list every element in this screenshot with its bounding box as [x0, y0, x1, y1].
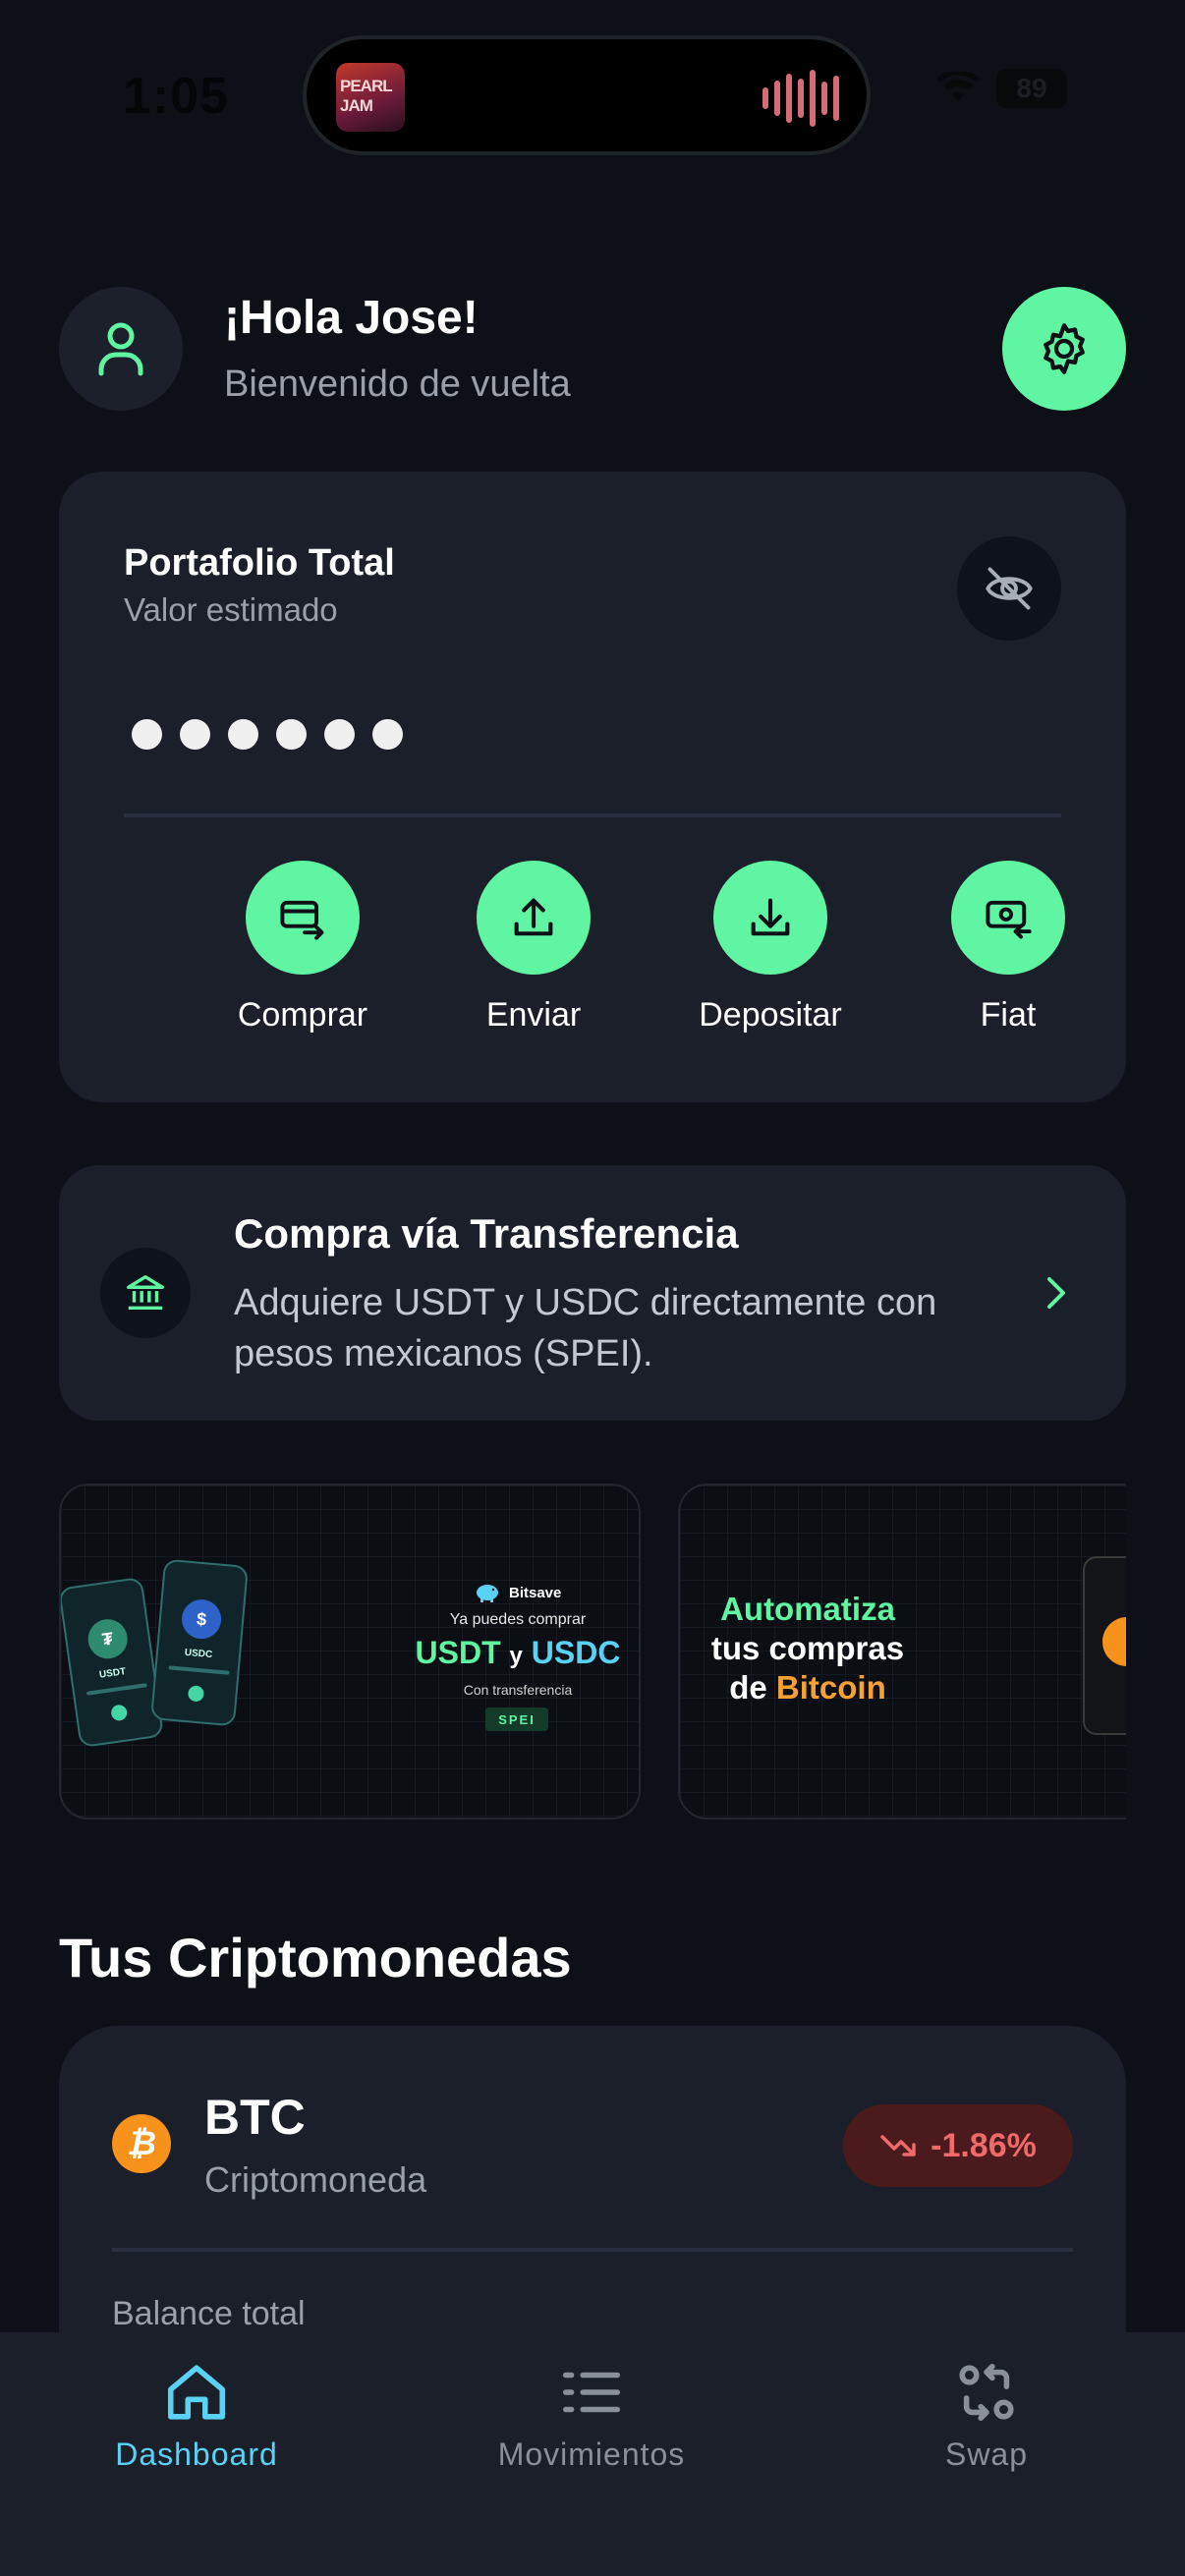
price-change-value: -1.86%	[931, 2126, 1037, 2164]
nav-movements[interactable]: Movimientos	[444, 2358, 739, 2473]
deposit-button[interactable]: Depositar	[662, 861, 878, 1035]
portfolio-divider	[124, 813, 1061, 817]
bitcoin-icon: ₿	[112, 2114, 171, 2173]
fiat-label: Fiat	[980, 996, 1037, 1034]
cryptos-section-title: Tus Criptomonedas	[59, 1927, 572, 1988]
card-transfer-icon	[280, 900, 324, 940]
crypto-divider	[112, 2248, 1073, 2252]
bitsave-brand: Bitsave	[509, 1584, 562, 1601]
profile-avatar[interactable]	[59, 287, 183, 411]
usdt-coin-icon: ₮	[85, 1616, 131, 1661]
transfer-title: Compra vía Transferencia	[234, 1210, 739, 1257]
transfer-description: Adquiere USDT y USDC directamente con pe…	[234, 1282, 937, 1374]
status-bar: 1:05 PEARL JAM 89	[0, 0, 1185, 187]
user-icon	[98, 322, 143, 376]
promo1-headline: USDT y USDC	[395, 1635, 639, 1671]
nav-swap-label: Swap	[944, 2436, 1029, 2472]
status-time: 1:05	[123, 68, 230, 125]
send-action-circle[interactable]	[477, 861, 591, 975]
deposit-label: Depositar	[699, 996, 842, 1034]
status-icons: 89	[935, 69, 1067, 108]
usdc-coin-icon: $	[180, 1597, 223, 1641]
promo2-line3-prefix: de	[729, 1669, 767, 1706]
promo-carousel[interactable]: ₮ USDT $ USDC Bitsave Ya puedes comprar …	[59, 1484, 1126, 1821]
promo-card-stablecoins[interactable]: ₮ USDT $ USDC Bitsave Ya puedes comprar …	[59, 1484, 641, 1820]
piggy-bank-icon	[477, 1585, 498, 1602]
check-icon	[110, 1704, 129, 1722]
buy-button[interactable]: Comprar	[195, 861, 411, 1035]
promo2-line3: de Bitcoin	[690, 1668, 926, 1708]
portfolio-title: Portafolio Total	[124, 542, 395, 584]
eye-off-icon	[986, 567, 1033, 610]
fiat-button[interactable]: Fiat	[900, 861, 1116, 1035]
price-change-badge: -1.86%	[843, 2104, 1073, 2187]
promo1-coin-a: USDT	[415, 1635, 501, 1670]
home-icon	[167, 2365, 226, 2420]
promo2-headline: Automatiza tus compras de Bitcoin	[690, 1590, 926, 1708]
list-icon	[562, 2372, 621, 2413]
swap-icon	[959, 2363, 1014, 2422]
portfolio-card: Portafolio Total Valor estimado Comprar …	[59, 472, 1126, 1102]
deposit-action-circle[interactable]	[713, 861, 827, 975]
phone-usdt-label: USDT	[98, 1666, 127, 1681]
coin-type: Criptomoneda	[204, 2159, 427, 2200]
upload-icon	[514, 898, 553, 936]
send-button[interactable]: Enviar	[425, 861, 642, 1035]
cash-icon	[986, 900, 1032, 939]
nav-dashboard-label: Dashboard	[115, 2436, 278, 2472]
portfolio-subtitle: Valor estimado	[124, 591, 338, 628]
promo-phone-usdt: ₮ USDT	[61, 1576, 164, 1749]
promo2-phone	[1083, 1556, 1126, 1735]
greeting-subtitle: Bienvenido de vuelta	[224, 364, 571, 405]
nav-dashboard[interactable]: Dashboard	[49, 2358, 344, 2473]
promo1-line1: Ya puedes comprar	[449, 1611, 587, 1628]
quick-actions: Comprar Enviar Depositar Fiat	[59, 861, 1126, 1057]
bank-icon-wrap	[100, 1248, 191, 1338]
nav-swap[interactable]: Swap	[839, 2358, 1134, 2473]
download-icon	[751, 898, 790, 936]
check-icon	[187, 1685, 205, 1703]
promo-card-automate-bitcoin[interactable]: Automatiza tus compras de Bitcoin	[678, 1484, 1126, 1820]
toggle-visibility-button[interactable]	[957, 536, 1061, 641]
promo1-conj: y	[509, 1643, 523, 1669]
promo2-line2: tus compras	[710, 1630, 905, 1666]
trend-down-icon	[880, 2135, 916, 2156]
greeting-title: ¡Hola Jose!	[224, 292, 479, 344]
promo1-coin-b: USDC	[531, 1635, 621, 1670]
nav-movements-label: Movimientos	[497, 2436, 686, 2472]
promo2-line1: Automatiza	[720, 1591, 895, 1627]
coin-symbol: BTC	[204, 2090, 306, 2145]
promo1-line3: Con transferencia	[463, 1682, 573, 1698]
phone-usdc-label: USDC	[184, 1647, 213, 1661]
bitcoin-coin-icon	[1102, 1617, 1126, 1666]
buy-label: Comprar	[237, 996, 368, 1034]
spei-tag: SPEI	[485, 1708, 548, 1731]
send-label: Enviar	[485, 996, 582, 1034]
battery-indicator: 89	[996, 69, 1067, 108]
transfer-banner[interactable]: Compra vía Transferencia Adquiere USDT y…	[59, 1165, 1126, 1421]
audio-waveform-icon	[762, 69, 839, 128]
promo-phone-usdc: $ USDC	[150, 1558, 249, 1727]
album-art: PEARL JAM	[336, 63, 405, 132]
dynamic-island[interactable]: PEARL JAM	[303, 35, 871, 155]
settings-button[interactable]	[1002, 287, 1126, 411]
bitsave-logo: Bitsave	[474, 1582, 561, 1603]
wifi-icon	[936, 72, 980, 101]
album-title: PEARL JAM	[340, 77, 392, 115]
hidden-balance	[132, 719, 403, 750]
fiat-action-circle[interactable]	[951, 861, 1065, 975]
balance-label: Balance total	[112, 2295, 306, 2332]
buy-action-circle[interactable]	[246, 861, 360, 975]
gear-icon	[1044, 323, 1085, 374]
bottom-navigation: Dashboard Movimientos Swap	[0, 2332, 1185, 2576]
bank-icon	[127, 1274, 164, 1311]
chevron-right-icon	[1047, 1277, 1065, 1309]
promo2-line3-highlight: Bitcoin	[775, 1669, 886, 1706]
